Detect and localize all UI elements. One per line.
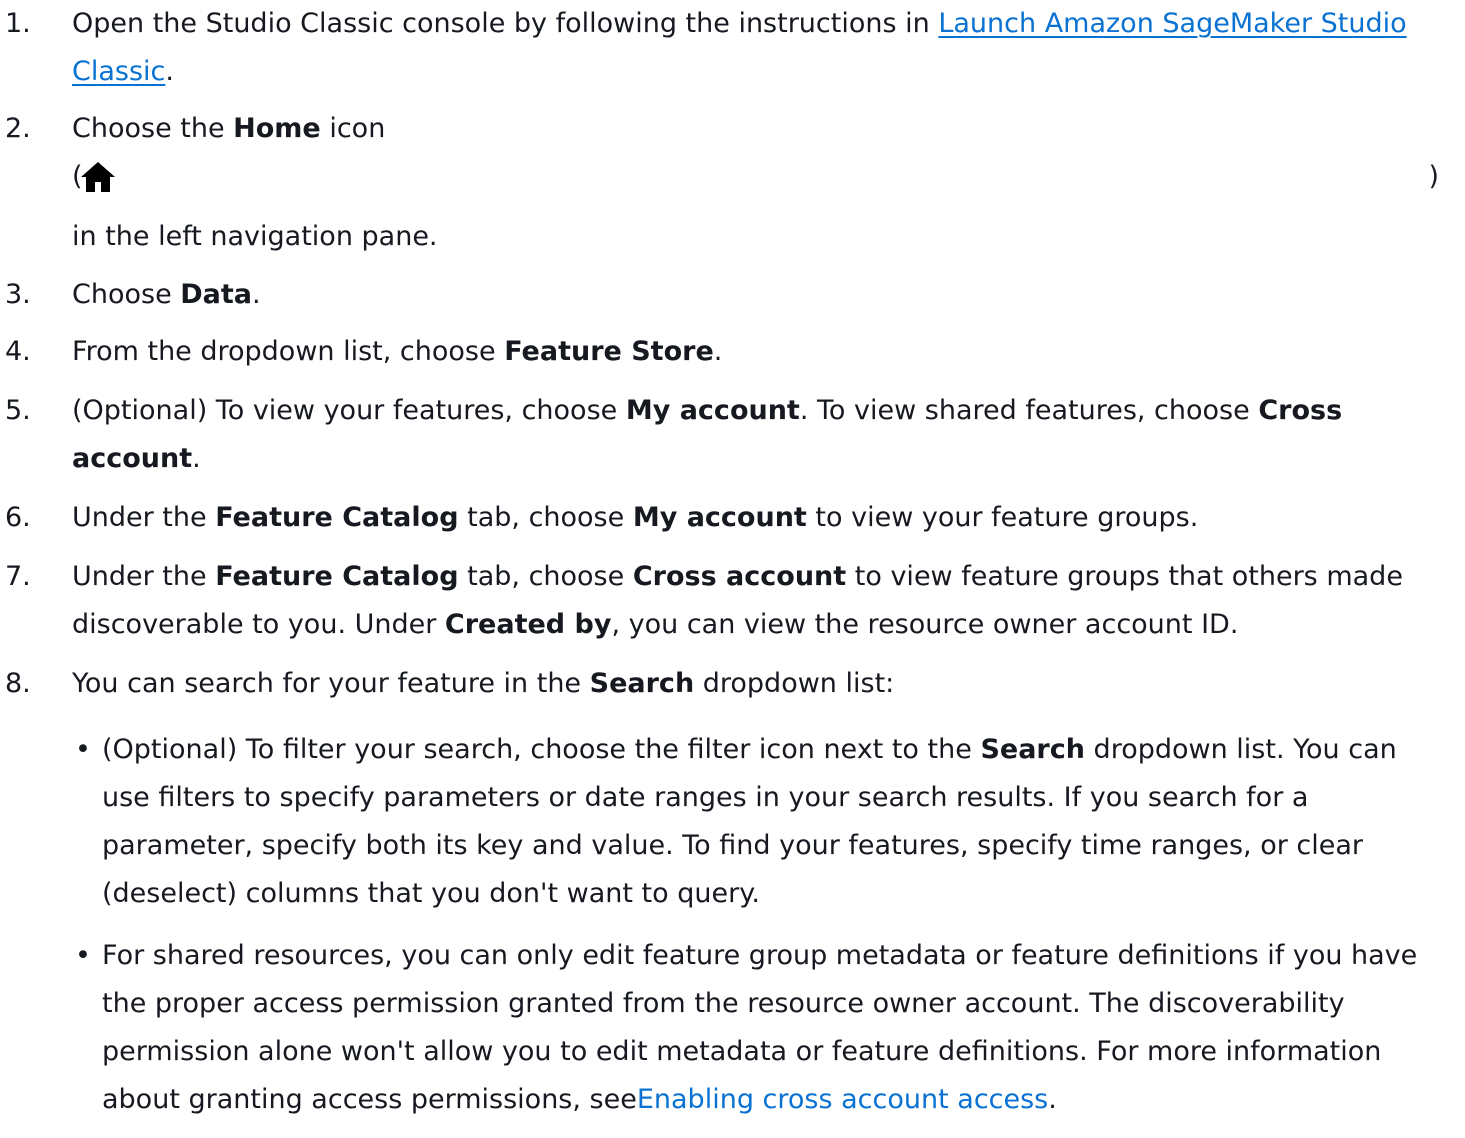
step-5: 5. (Optional) To view your features, cho… (0, 387, 1465, 483)
bullet-dot: • (75, 940, 91, 971)
step-4: 4. From the dropdown list, choose Featur… (0, 328, 1465, 376)
bullet-filter-search: • (Optional) To filter your search, choo… (72, 726, 1447, 918)
data-label: Data (180, 279, 253, 310)
created-by-label: Created by (444, 609, 612, 640)
step-7: 7. Under the Feature Catalog tab, choose… (0, 553, 1465, 649)
procedure-steps: 1. Open the Studio Classic console by fo… (0, 0, 1465, 1138)
step-text-continued: in the left navigation pane. (72, 221, 438, 252)
step-3: 3. Choose Data. (0, 271, 1465, 319)
step-number: 6. (5, 502, 31, 533)
home-label: Home (233, 113, 321, 144)
step-text: Choose the Home icon (72, 113, 386, 144)
step-number: 4. (5, 336, 31, 367)
my-account-label: My account (625, 395, 800, 426)
home-icon-row: ( ) (72, 161, 1439, 192)
cross-account-label: Cross account (632, 561, 847, 592)
feature-catalog-label: Feature Catalog (215, 561, 459, 592)
step-8-bullets: • (Optional) To filter your search, choo… (72, 726, 1447, 1124)
step-number: 2. (5, 113, 31, 144)
home-icon (81, 162, 115, 192)
step-number: 5. (5, 395, 31, 426)
search-label: Search (980, 734, 1085, 765)
step-6: 6. Under the Feature Catalog tab, choose… (0, 494, 1465, 542)
step-1: 1. Open the Studio Classic console by fo… (0, 0, 1465, 96)
enabling-cross-account-access-link[interactable]: Enabling cross account access (637, 1084, 1048, 1115)
step-2: 2. Choose the Home icon ( ) in the left … (0, 105, 1465, 261)
feature-store-label: Feature Store (504, 336, 714, 367)
step-number: 8. (5, 668, 31, 699)
my-account-label: My account (632, 502, 807, 533)
feature-catalog-label: Feature Catalog (215, 502, 459, 533)
step-number: 1. (5, 8, 31, 39)
search-label: Search (589, 668, 695, 699)
bullet-shared-resources: • For shared resources, you can only edi… (72, 932, 1447, 1124)
step-text: Open the Studio Classic console by follo… (72, 8, 939, 39)
bullet-dot: • (75, 734, 91, 765)
step-number: 7. (5, 561, 31, 592)
step-8: 8. You can search for your feature in th… (0, 660, 1465, 1124)
step-number: 3. (5, 279, 31, 310)
